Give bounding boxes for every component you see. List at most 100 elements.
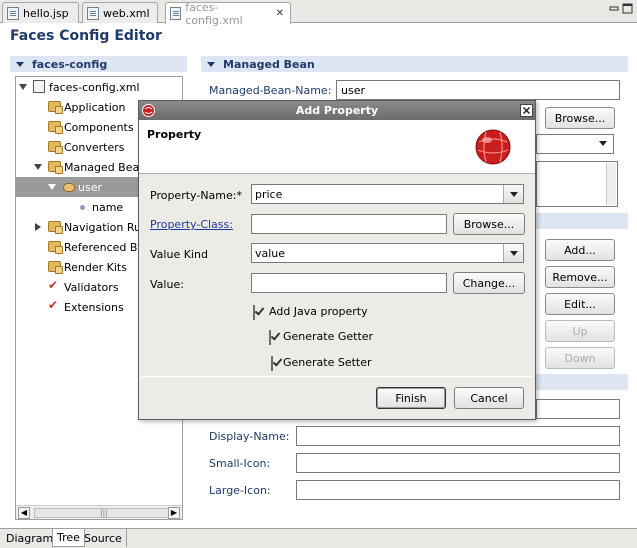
folder-icon: [48, 141, 63, 154]
down-button[interactable]: Down: [545, 347, 615, 369]
maximize-icon[interactable]: [622, 3, 634, 15]
chevron-down-icon[interactable]: [503, 244, 523, 262]
folder-icon: [48, 121, 63, 134]
tree-item-label: user: [78, 180, 102, 194]
tab-label: hello.jsp: [23, 6, 69, 20]
button-label: Cancel: [470, 391, 508, 405]
button-label: Browse...: [554, 111, 606, 125]
scrollbar-thumb[interactable]: |||: [34, 508, 174, 518]
minimize-icon[interactable]: [608, 3, 620, 15]
button-label: Edit...: [564, 297, 596, 311]
generate-setter-checkbox[interactable]: [271, 356, 273, 371]
dialog-title-bar: Add Property: [139, 101, 535, 120]
managed-bean-description-area[interactable]: [536, 161, 618, 207]
tab-diagram[interactable]: Diagram: [2, 529, 59, 547]
button-label: Finish: [395, 391, 427, 405]
property-class-link[interactable]: Property-Class:: [150, 218, 233, 231]
collapse-icon: [207, 61, 215, 67]
value-kind-value: value: [255, 246, 286, 260]
value-kind-combo[interactable]: value: [251, 243, 524, 263]
display-name-field[interactable]: [296, 426, 620, 446]
value-kind-label: Value Kind: [150, 248, 208, 261]
property-class-field[interactable]: [251, 214, 447, 234]
tree-item-label: Converters: [64, 140, 125, 154]
change-button[interactable]: Change...: [453, 272, 525, 294]
button-label: Remove...: [552, 270, 608, 284]
chevron-down-icon: [599, 141, 607, 146]
property-name-combo[interactable]: price: [251, 184, 524, 204]
property-name-label: Property-Name:*: [150, 189, 242, 202]
add-property-dialog: Add Property Property Property-Name:* pr…: [138, 100, 536, 420]
tab-label: Source: [84, 531, 122, 545]
collapse-icon: [16, 61, 24, 67]
large-icon-field[interactable]: [296, 480, 620, 500]
tree-item-label: Validators: [64, 280, 119, 294]
managed-bean-name-field[interactable]: user: [336, 80, 620, 100]
dialog-header-title: Property: [147, 128, 202, 141]
tree-section-title: faces-config: [32, 57, 108, 71]
checkmark-icon: ✔: [48, 298, 59, 312]
close-icon[interactable]: ✕: [276, 8, 284, 19]
scroll-left-icon[interactable]: ◀: [18, 507, 30, 519]
expand-icon[interactable]: [48, 184, 56, 190]
managed-bean-name-value: user: [341, 83, 365, 97]
property-name-value: price: [255, 187, 283, 201]
collapsed-icon[interactable]: [35, 223, 41, 231]
large-icon-label: Large-Icon:: [209, 484, 271, 497]
up-button[interactable]: Up: [545, 320, 615, 342]
finish-button[interactable]: Finish: [376, 387, 446, 409]
edit-button[interactable]: Edit...: [545, 293, 615, 315]
tab-hello-jsp[interactable]: hello.jsp: [2, 2, 79, 23]
managed-bean-section-header[interactable]: Managed Bean: [201, 56, 628, 72]
value-field[interactable]: [251, 273, 447, 293]
add-java-property-label: Add Java property: [269, 305, 368, 318]
small-icon-label: Small-Icon:: [209, 457, 271, 470]
tab-faces-config-xml[interactable]: faces-config.xml ✕: [165, 1, 291, 27]
display-name-label: Display-Name:: [209, 430, 290, 443]
folder-icon: [48, 241, 63, 254]
remove-button[interactable]: Remove...: [545, 266, 615, 288]
tree-section-header[interactable]: faces-config: [10, 56, 187, 72]
browse-button[interactable]: Browse...: [453, 213, 525, 235]
scroll-right-icon[interactable]: ▶: [168, 507, 180, 519]
tab-label: web.xml: [103, 6, 150, 20]
generate-setter-label: Generate Setter: [283, 356, 372, 369]
add-button[interactable]: Add...: [545, 239, 615, 261]
managed-bean-browse-button[interactable]: Browse...: [545, 107, 615, 129]
chevron-down-icon[interactable]: [503, 185, 523, 203]
tree-item-label: Managed Bean: [64, 160, 147, 174]
button-label: Browse...: [463, 217, 515, 231]
tab-web-xml[interactable]: web.xml: [82, 2, 158, 23]
generate-getter-label: Generate Getter: [283, 330, 374, 343]
tree-horizontal-scrollbar[interactable]: ◀ ||| ▶: [16, 505, 182, 519]
property-icon: [80, 205, 85, 210]
folder-icon: [48, 101, 63, 114]
cancel-button[interactable]: Cancel: [454, 387, 524, 409]
small-icon-field[interactable]: [296, 453, 620, 473]
tree-item-faces-config-xml[interactable]: faces-config.xml: [16, 77, 182, 97]
advanced-section-header: [536, 374, 628, 390]
folder-icon: [48, 221, 63, 234]
value-label: Value:: [150, 278, 184, 291]
tree-item-label: Application: [64, 100, 126, 114]
vertical-scrollbar[interactable]: [606, 163, 616, 205]
app-icon: [142, 104, 155, 117]
xml-file-icon: [33, 80, 45, 93]
tree-item-label: Extensions: [64, 300, 124, 314]
properties-section-header: [536, 213, 628, 229]
tree-item-label: Referenced Be: [64, 240, 145, 254]
wizard-banner-icon: [475, 129, 511, 165]
folder-icon: [48, 261, 63, 274]
generate-getter-checkbox[interactable]: [269, 330, 271, 345]
close-icon[interactable]: [520, 104, 533, 117]
managed-bean-scope-combo[interactable]: [536, 134, 614, 154]
xml-file-icon: [170, 7, 182, 20]
tab-source[interactable]: Source: [80, 529, 127, 547]
tree-item-label: faces-config.xml: [49, 80, 140, 94]
expand-icon[interactable]: [34, 164, 42, 170]
expand-icon[interactable]: [19, 84, 27, 90]
add-java-property-checkbox[interactable]: [253, 305, 255, 320]
checkmark-icon: ✔: [48, 278, 59, 292]
description-field[interactable]: [536, 399, 620, 419]
xml-file-icon: [87, 6, 99, 20]
